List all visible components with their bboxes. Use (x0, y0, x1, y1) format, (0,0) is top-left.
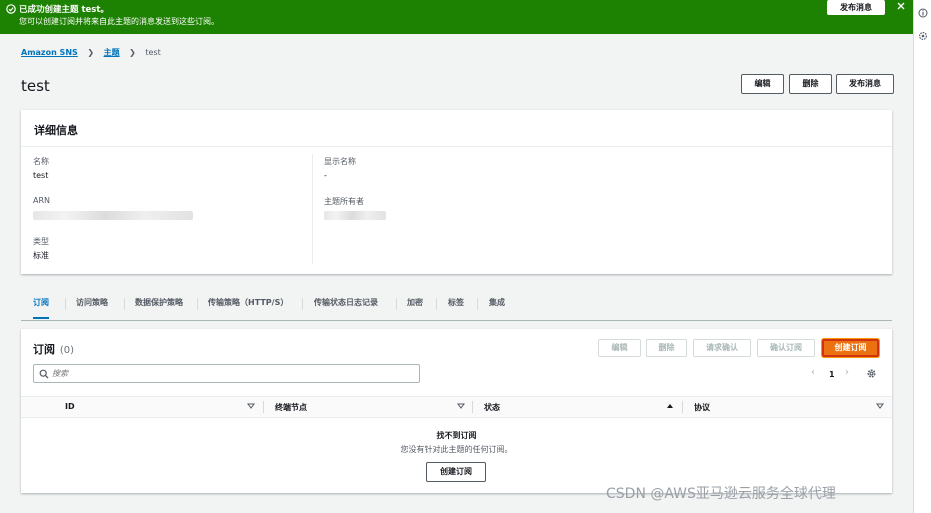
column-id[interactable]: ID (65, 402, 75, 411)
tab-separator (124, 298, 125, 310)
tab-tags[interactable]: 标签 (448, 292, 464, 319)
type-value: 标准 (33, 251, 49, 260)
breadcrumb: Amazon SNS ❯ 主题 ❯ test (21, 47, 161, 58)
details-card-header: 详细信息 (21, 110, 892, 147)
check-circle-icon (6, 4, 16, 14)
tab-separator (65, 298, 66, 310)
caret-down-icon[interactable] (876, 402, 884, 410)
caret-down-icon[interactable] (457, 402, 465, 410)
chevron-right-icon: ❯ (129, 48, 136, 57)
gear-icon[interactable] (866, 368, 877, 379)
column-separator (472, 401, 473, 413)
column-divider (312, 154, 313, 264)
display-name-value: - (324, 171, 327, 180)
empty-create-subscription-button[interactable]: 创建订阅 (426, 462, 486, 482)
edit-subscription-button[interactable]: 编辑 (598, 339, 641, 357)
name-label: 名称 (33, 157, 49, 166)
watermark: CSDN @AWS亚马逊云服务全球代理 (606, 486, 836, 502)
delete-subscription-button[interactable]: 删除 (646, 339, 687, 357)
chevron-right-icon: ❯ (87, 48, 95, 57)
type-label: 类型 (33, 237, 49, 246)
create-subscription-button[interactable]: 创建订阅 (822, 339, 879, 357)
chevron-right-icon[interactable]: › (845, 367, 849, 378)
tab-separator (396, 298, 397, 310)
empty-state-message: 您没有针对此主题的任何订阅。 (400, 445, 513, 454)
subscriptions-table-header: ID 终端节点 状态 协议 (21, 396, 892, 418)
breadcrumb-topics[interactable]: 主题 (104, 48, 120, 57)
breadcrumb-sns[interactable]: Amazon SNS (21, 48, 78, 57)
page-title: test (21, 77, 50, 95)
page-number[interactable]: 1 (829, 370, 835, 379)
tab-encryption[interactable]: 加密 (407, 292, 423, 319)
owner-value-redacted (324, 211, 386, 220)
arn-value-redacted (33, 211, 193, 220)
search-input[interactable] (52, 367, 412, 380)
subscriptions-search[interactable] (33, 364, 420, 383)
delete-topic-button[interactable]: 删除 (789, 74, 832, 94)
flash-message: 您可以创建订阅并将来自此主题的消息发送到这些订阅。 (19, 17, 219, 26)
tab-integrations[interactable]: 集成 (489, 292, 505, 319)
publish-message-button[interactable]: 发布消息 (836, 74, 894, 94)
column-separator (682, 401, 683, 413)
details-card: 详细信息 名称 test ARN 类型 标准 显示名称 - 主题所有者 (21, 110, 892, 274)
tab-separator (477, 298, 478, 310)
success-flashbar: 已成功创建主题 test。 您可以创建订阅并将来自此主题的消息发送到这些订阅。 … (0, 0, 913, 34)
settings-icon[interactable] (918, 31, 928, 41)
subscriptions-title: 订阅 (33, 343, 55, 356)
column-protocol[interactable]: 协议 (694, 402, 710, 413)
tab-delivery-policy[interactable]: 传输策略（HTTP/S） (208, 292, 288, 319)
display-name-label: 显示名称 (324, 157, 356, 166)
confirm-subscription-button[interactable]: 确认订阅 (757, 339, 815, 357)
empty-state-title: 找不到订阅 (436, 431, 477, 440)
column-endpoint[interactable]: 终端节点 (275, 402, 307, 413)
topic-tabs: 订阅 访问策略 数据保护策略 传输策略（HTTP/S） 传输状态日志记录 加密 … (21, 292, 892, 321)
tab-access-policy[interactable]: 访问策略 (76, 292, 108, 319)
name-value: test (33, 171, 49, 180)
tab-subscriptions[interactable]: 订阅 (33, 292, 49, 319)
breadcrumb-current: test (145, 48, 161, 57)
flash-title: 已成功创建主题 test。 (19, 5, 109, 15)
info-icon[interactable] (918, 8, 928, 18)
search-icon (39, 369, 49, 379)
request-confirmation-button[interactable]: 请求确认 (693, 339, 751, 357)
tab-separator (436, 298, 437, 310)
subscriptions-count: (0) (59, 345, 75, 356)
tab-separator (302, 298, 303, 310)
owner-label: 主题所有者 (324, 197, 364, 206)
flash-publish-button[interactable]: 发布消息 (827, 0, 885, 15)
close-icon[interactable] (895, 0, 907, 12)
tab-separator (197, 298, 198, 310)
tab-data-protection[interactable]: 数据保护策略 (135, 292, 183, 319)
subscriptions-heading: 订阅 (0) (33, 341, 74, 357)
main-content: 已成功创建主题 test。 您可以创建订阅并将来自此主题的消息发送到这些订阅。 … (0, 0, 913, 513)
right-utility-bar (913, 0, 931, 513)
column-separator (263, 401, 264, 413)
details-heading: 详细信息 (34, 124, 78, 137)
chevron-left-icon[interactable]: ‹ (811, 367, 815, 378)
arn-label: ARN (33, 196, 51, 205)
column-status[interactable]: 状态 (484, 402, 500, 413)
caret-down-icon[interactable] (247, 402, 255, 410)
tab-delivery-logging[interactable]: 传输状态日志记录 (314, 292, 378, 319)
edit-topic-button[interactable]: 编辑 (741, 74, 784, 94)
caret-up-icon[interactable] (666, 402, 674, 410)
